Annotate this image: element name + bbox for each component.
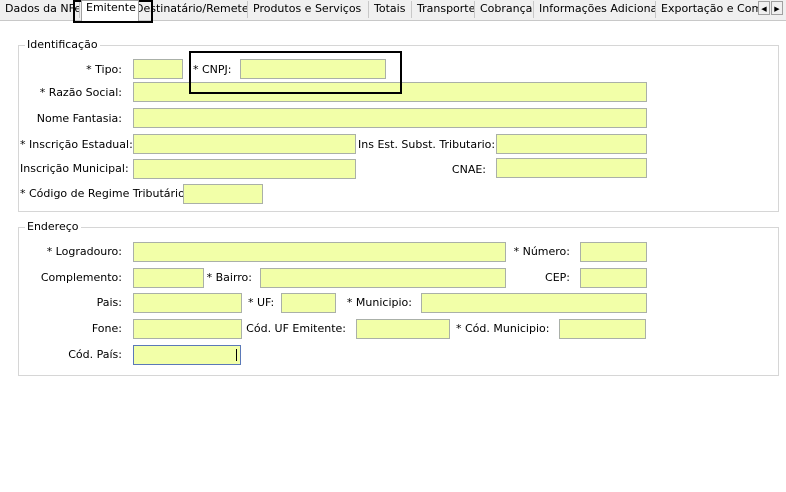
inscricao-municipal-field[interactable] — [133, 159, 356, 179]
tab-emitente[interactable]: Emitente — [81, 0, 139, 21]
numero-field[interactable] — [580, 242, 647, 262]
tipo-label: * Tipo: — [86, 63, 122, 76]
ins-est-subst-label: Ins Est. Subst. Tributario: — [358, 138, 496, 151]
nome-fantasia-field[interactable] — [133, 108, 647, 128]
tab-produtos-servicos[interactable]: Produtos e Serviços — [248, 1, 369, 18]
cnae-label: CNAE: — [451, 163, 486, 176]
municipio-label: * Municipio: — [346, 296, 412, 309]
codigo-regime-tributario-label: * Código de Regime Tributário: — [20, 187, 189, 200]
cod-uf-emitente-field[interactable] — [356, 319, 450, 339]
cod-municipio-label: * Cód. Municipio: — [456, 322, 550, 335]
inscricao-estadual-field[interactable] — [133, 134, 356, 154]
logradouro-field[interactable] — [133, 242, 506, 262]
fone-label: Fone: — [91, 322, 122, 335]
cod-uf-emitente-label: Cód. UF Emitente: — [246, 322, 346, 335]
tab-exportacao-compra[interactable]: Exportação e Compra — [656, 1, 758, 18]
tab-cobranca[interactable]: Cobrança — [475, 1, 534, 18]
tipo-field[interactable] — [133, 59, 183, 79]
cod-pais-field[interactable] — [133, 345, 241, 365]
bairro-label: * Bairro: — [206, 271, 252, 284]
bairro-field[interactable] — [260, 268, 506, 288]
endereco-legend: Endereço — [25, 220, 81, 234]
cep-label: CEP: — [545, 271, 570, 284]
complemento-field[interactable] — [133, 268, 204, 288]
tab-bar: Dados da NFe Destinatário/Remetente Prod… — [0, 0, 786, 21]
identificacao-legend: Identificação — [25, 38, 100, 52]
tab-transporte[interactable]: Transporte — [412, 1, 475, 18]
inscricao-municipal-label: Inscrição Municipal: — [20, 162, 129, 175]
arrow-right-icon: ▶ — [774, 5, 780, 13]
municipio-field[interactable] — [421, 293, 647, 313]
text-cursor — [236, 349, 237, 361]
cod-pais-label: Cód. País: — [68, 348, 122, 361]
inscricao-estadual-label: * Inscrição Estadual: — [20, 138, 133, 151]
tab-informacoes-adicionais[interactable]: Informações Adicionais — [534, 1, 656, 18]
razao-social-label: * Razão Social: — [39, 86, 122, 99]
numero-label: * Número: — [513, 245, 570, 258]
fone-field[interactable] — [133, 319, 242, 339]
uf-field[interactable] — [281, 293, 336, 313]
nome-fantasia-label: Nome Fantasia: — [36, 112, 122, 125]
tab-totais[interactable]: Totais — [369, 1, 412, 18]
tab-scroll-right-button[interactable]: ▶ — [771, 1, 783, 15]
codigo-regime-tributario-field[interactable] — [183, 184, 263, 204]
uf-label: * UF: — [248, 296, 275, 309]
tab-scroll-left-button[interactable]: ◀ — [758, 1, 770, 15]
pais-label: Pais: — [96, 296, 122, 309]
cep-field[interactable] — [580, 268, 647, 288]
cnae-field[interactable] — [496, 158, 647, 178]
tab-dados-nfe[interactable]: Dados da NFe — [0, 1, 80, 18]
pais-field[interactable] — [133, 293, 242, 313]
cod-municipio-field[interactable] — [559, 319, 646, 339]
cnpj-highlight — [189, 51, 402, 94]
arrow-left-icon: ◀ — [761, 5, 767, 13]
logradouro-label: * Logradouro: — [46, 245, 122, 258]
ins-est-subst-field[interactable] — [496, 134, 647, 154]
complemento-label: Complemento: — [40, 271, 122, 284]
